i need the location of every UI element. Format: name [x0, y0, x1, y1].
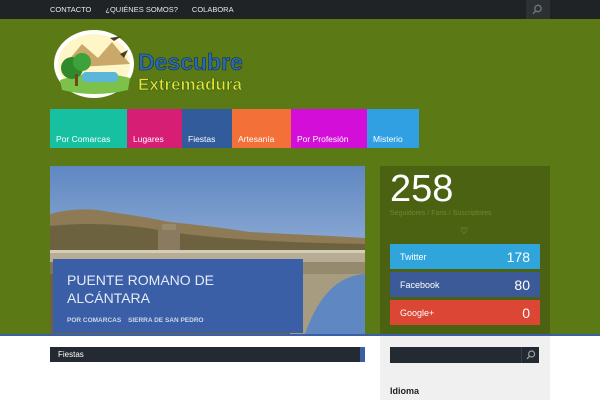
facebook-label: Facebook: [400, 279, 440, 290]
top-nav: CONTACTO ¿QUIÉNES SOMOS? COLABORA: [50, 0, 248, 19]
googleplus-label: Google+: [400, 307, 435, 318]
sidebar-idioma-heading: Idioma: [390, 386, 420, 396]
search-icon: [532, 4, 542, 15]
twitter-counter[interactable]: Twitter 178: [390, 244, 540, 269]
followers-count: 258: [390, 168, 454, 210]
content-area: Fiestas Idioma: [0, 334, 600, 400]
featured-category-link[interactable]: POR COMARCAS: [67, 317, 121, 324]
category-lugares[interactable]: Lugares: [127, 109, 182, 148]
search-icon: [526, 350, 536, 360]
sidebar-search-button[interactable]: [521, 347, 539, 363]
facebook-counter[interactable]: Facebook 80: [390, 272, 540, 297]
twitter-count: 178: [506, 248, 530, 265]
featured-title[interactable]: PUENTE ROMANO DE ALCÁNTARA: [67, 271, 289, 307]
googleplus-counter[interactable]: Google+ 0: [390, 300, 540, 325]
category-misterio[interactable]: Misterio: [367, 109, 419, 148]
site-logo[interactable]: Descubre Extremadura: [52, 28, 252, 102]
logo-text-descubre: Descubre: [138, 49, 243, 75]
category-artesania[interactable]: Artesanía: [232, 109, 291, 148]
top-nav-contacto[interactable]: CONTACTO: [50, 0, 91, 19]
heart-icon: ♡: [460, 226, 469, 236]
top-search-button[interactable]: [526, 0, 550, 19]
top-nav-colabora[interactable]: COLABORA: [192, 0, 234, 19]
category-por-comarcas[interactable]: Por Comarcas: [50, 109, 127, 148]
category-por-profesion[interactable]: Por Profesión: [291, 109, 367, 148]
category-fiestas[interactable]: Fiestas: [182, 109, 232, 148]
twitter-label: Twitter: [400, 251, 427, 262]
section-title-bar: Fiestas: [50, 347, 365, 362]
category-nav: Por Comarcas Lugares Fiestas Artesanía P…: [50, 109, 419, 148]
logo-text-extremadura: Extremadura: [138, 75, 242, 94]
social-counter-widget: 258 Seguidores / Fans / Suscriptores ♡ T…: [380, 166, 550, 334]
sidebar-search-input[interactable]: [390, 347, 521, 363]
followers-label: Seguidores / Fans / Suscriptores: [390, 210, 492, 217]
googleplus-count: 0: [522, 304, 530, 321]
featured-caption[interactable]: PUENTE ROMANO DE ALCÁNTARA POR COMARCAS …: [53, 259, 303, 333]
logo-image: Descubre Extremadura: [54, 30, 243, 98]
featured-meta: POR COMARCAS SIERRA DE SAN PEDRO: [67, 317, 289, 324]
top-nav-quienes-somos[interactable]: ¿QUIÉNES SOMOS?: [105, 0, 178, 19]
featured-tag-link[interactable]: SIERRA DE SAN PEDRO: [128, 317, 204, 324]
facebook-count: 80: [514, 276, 530, 293]
